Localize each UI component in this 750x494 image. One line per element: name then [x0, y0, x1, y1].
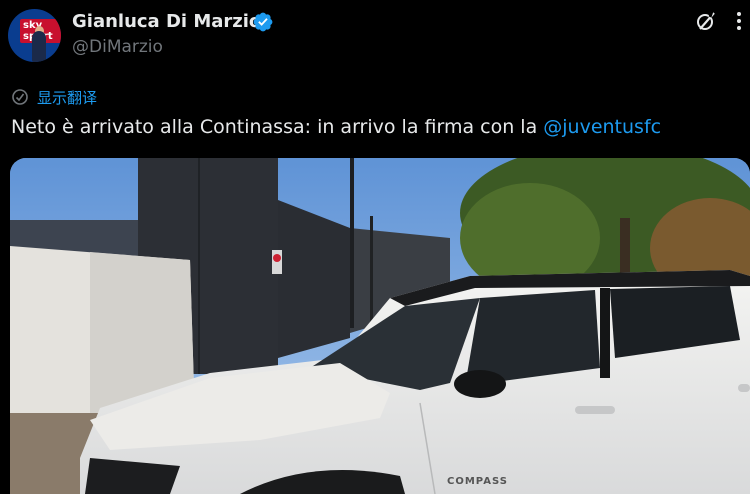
tweet-body: Neto è arrivato alla Continassa: in arri… [11, 116, 544, 138]
car-model-badge: COMPASS [447, 476, 508, 487]
tweet-text: Neto è arrivato alla Continassa: in arri… [11, 116, 661, 138]
author-display-name[interactable]: Gianluca Di Marzio [72, 11, 261, 32]
avatar-person-body [32, 31, 46, 62]
verified-badge-icon [253, 12, 273, 32]
more-dot [737, 12, 741, 16]
tweet-mention-link[interactable]: @juventusfc [543, 116, 661, 138]
avatar[interactable]: sky sport [8, 9, 61, 62]
photo-scene [10, 158, 750, 494]
translate-button[interactable]: 显示翻译 [11, 86, 97, 108]
more-dot [737, 19, 741, 23]
translate-icon [12, 89, 28, 105]
tweet-media-photo[interactable]: COMPASS [10, 158, 750, 494]
author-handle[interactable]: @DiMarzio [72, 37, 163, 57]
more-dot [737, 26, 741, 30]
grok-icon[interactable] [694, 9, 718, 33]
translate-label: 显示翻译 [37, 88, 98, 107]
more-options-icon[interactable] [731, 8, 747, 34]
